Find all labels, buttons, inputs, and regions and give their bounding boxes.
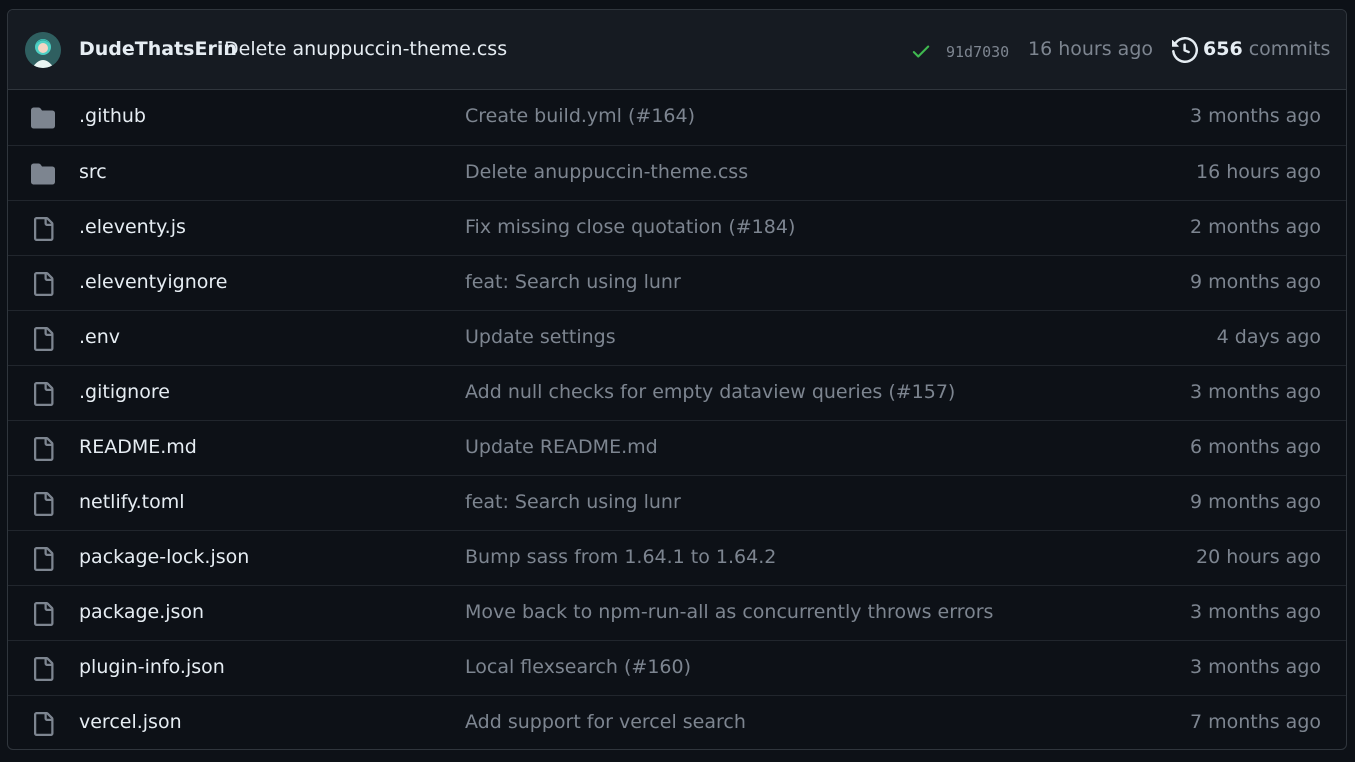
file-row[interactable]: vercel.json Add support for vercel search… [8, 695, 1346, 749]
file-name-link[interactable]: netlify.toml [79, 491, 185, 513]
commit-message-link[interactable]: Add support for vercel search [465, 711, 746, 733]
file-icon [30, 547, 56, 571]
commits-label: commits [1248, 38, 1331, 60]
commit-author[interactable]: DudeThatsErin [79, 38, 237, 60]
avatar[interactable] [25, 32, 61, 68]
file-icon [30, 272, 56, 296]
latest-commit-bar: DudeThatsErin Delete anuppuccin-theme.cs… [8, 10, 1346, 90]
file-icon [30, 657, 56, 681]
file-row[interactable]: package-lock.json Bump sass from 1.64.1 t… [8, 530, 1346, 585]
commit-time: 2 months ago [1189, 216, 1321, 238]
file-row[interactable]: .eleventyignore feat: Search using lunr 9 … [8, 255, 1346, 310]
commit-message-link[interactable]: feat: Search using lunr [465, 271, 681, 293]
commit-time: 20 hours ago [1195, 546, 1321, 568]
commit-time: 7 months ago [1189, 711, 1321, 733]
commit-message[interactable]: Delete anuppuccin-theme.css [224, 38, 507, 60]
commit-time: 16 hours ago [1195, 161, 1321, 183]
file-row[interactable]: README.md Update README.md 6 months ago [8, 420, 1346, 475]
commit-time: 3 months ago [1189, 656, 1321, 678]
file-row[interactable]: .github Create build.yml (#164) 3 months a… [8, 90, 1346, 145]
commit-message-link[interactable]: Delete anuppuccin-theme.css [465, 161, 748, 183]
file-name-link[interactable]: .github [79, 105, 146, 127]
commit-message-link[interactable]: Bump sass from 1.64.1 to 1.64.2 [465, 546, 776, 568]
commit-message-link[interactable]: feat: Search using lunr [465, 491, 681, 513]
file-icon [30, 217, 56, 241]
file-browser: DudeThatsErin Delete anuppuccin-theme.cs… [7, 9, 1347, 750]
commit-message-link[interactable]: Move back to npm-run-all as concurrently… [465, 601, 993, 623]
file-row[interactable]: src Delete anuppuccin-theme.css 16 hours a… [8, 145, 1346, 200]
commit-time: 16 hours ago [1028, 38, 1154, 60]
commit-message-link[interactable]: Update settings [465, 326, 616, 348]
file-icon [30, 382, 56, 406]
commits-count: 656 [1203, 38, 1243, 60]
commit-time: 9 months ago [1189, 271, 1321, 293]
file-row[interactable]: .gitignore Add null checks for empty data… [8, 365, 1346, 420]
commit-message-link[interactable]: Fix missing close quotation (#184) [465, 216, 795, 238]
file-icon [30, 712, 56, 736]
file-icon [30, 437, 56, 461]
file-name-link[interactable]: plugin-info.json [79, 656, 225, 678]
file-name-link[interactable]: .gitignore [79, 381, 170, 403]
file-name-link[interactable]: package.json [79, 601, 204, 623]
file-row[interactable]: netlify.toml feat: Search using lunr 9 mon… [8, 475, 1346, 530]
commit-time: 9 months ago [1189, 491, 1321, 513]
file-list: .github Create build.yml (#164) 3 months a… [8, 90, 1346, 749]
commit-time: 3 months ago [1189, 601, 1321, 623]
history-icon[interactable] [1172, 37, 1198, 63]
folder-icon [30, 162, 56, 186]
commits-link[interactable]: 656 commits [1203, 38, 1330, 60]
file-row[interactable]: .eleventy.js Fix missing close quotation … [8, 200, 1346, 255]
file-name-link[interactable]: README.md [79, 436, 197, 458]
commit-message-link[interactable]: Local flexsearch (#160) [465, 656, 691, 678]
file-name-link[interactable]: .eleventyignore [79, 271, 227, 293]
file-row[interactable]: package.json Move back to npm-run-all as … [8, 585, 1346, 640]
commit-time: 3 months ago [1189, 381, 1321, 403]
file-name-link[interactable]: package-lock.json [79, 546, 249, 568]
commit-message-link[interactable]: Add null checks for empty dataview queri… [465, 381, 955, 403]
commit-time: 3 months ago [1189, 105, 1321, 127]
avatar-image [25, 32, 61, 68]
commit-time: 4 days ago [1216, 326, 1321, 348]
commit-message-link[interactable]: Create build.yml (#164) [465, 105, 695, 127]
file-name-link[interactable]: .env [79, 326, 120, 348]
commit-message-link[interactable]: Update README.md [465, 436, 658, 458]
file-icon [30, 492, 56, 516]
file-row[interactable]: plugin-info.json Local flexsearch (#160) 3… [8, 640, 1346, 695]
folder-icon [30, 106, 56, 130]
file-name-link[interactable]: vercel.json [79, 711, 182, 733]
check-icon[interactable] [910, 40, 932, 62]
file-icon [30, 602, 56, 626]
file-name-link[interactable]: src [79, 161, 107, 183]
commit-sha[interactable]: 91d7030 [946, 43, 1009, 61]
file-icon [30, 327, 56, 351]
commit-time: 6 months ago [1189, 436, 1321, 458]
file-name-link[interactable]: .eleventy.js [79, 216, 186, 238]
file-row[interactable]: .env Update settings 4 days ago [8, 310, 1346, 365]
